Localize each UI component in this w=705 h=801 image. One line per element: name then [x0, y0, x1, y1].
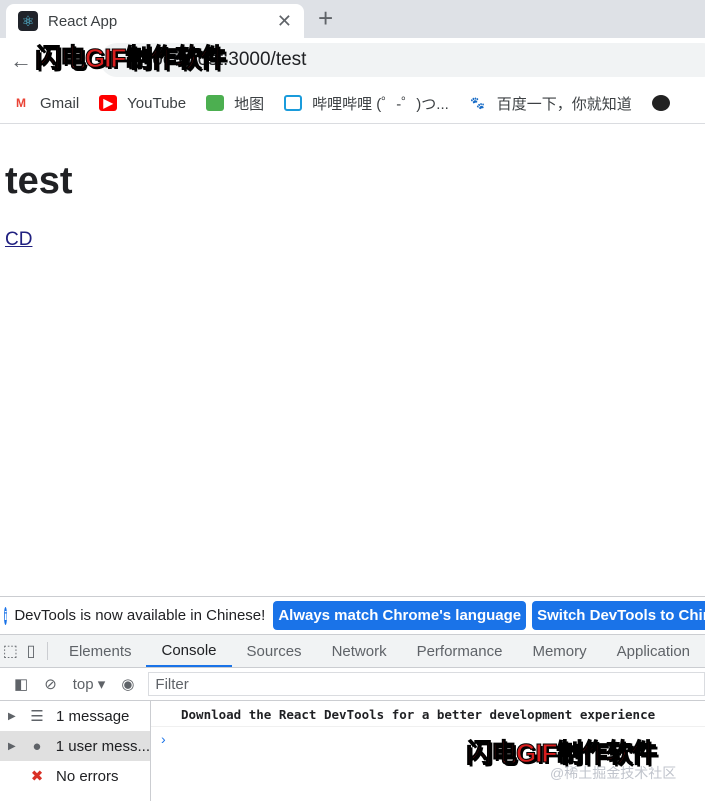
console-toolbar: ◧ ⊘ top ▾ ◉ Filter — [0, 668, 705, 701]
page-content: test CD — [5, 125, 73, 251]
sidebar-label: No errors — [56, 767, 119, 785]
bookmark-youtube[interactable]: ▶ YouTube — [99, 95, 186, 112]
sidebar-item-errors[interactable]: ✖ No errors — [0, 761, 150, 791]
context-select[interactable]: top ▾ — [73, 675, 106, 693]
close-icon[interactable]: ✕ — [277, 11, 292, 32]
error-icon: ✖ — [30, 768, 44, 785]
info-icon: i — [4, 606, 8, 625]
filter-placeholder: Filter — [155, 675, 189, 693]
youtube-icon: ▶ — [99, 95, 118, 111]
sidebar-item-messages[interactable]: ▶ ☰ 1 message — [0, 701, 150, 731]
new-tab-button[interactable]: + — [318, 3, 333, 34]
bookmark-label: 哔哩哔哩 (゜-゜)つ... — [312, 95, 449, 113]
inspect-element-icon[interactable]: ⬚ — [0, 635, 21, 667]
watermark-site: @稀土掘金技术社区 — [550, 765, 677, 781]
bookmark-maps[interactable]: 地图 — [206, 93, 264, 114]
page-heading: test — [5, 160, 73, 202]
switch-devtools-chinese-button[interactable]: Switch DevTools to Chinese — [532, 601, 705, 630]
tab-elements[interactable]: Elements — [54, 635, 147, 667]
tab-application[interactable]: Application — [602, 635, 705, 667]
tab-title: React App — [48, 12, 118, 30]
list-icon: ☰ — [30, 708, 44, 725]
bookmark-gmail[interactable]: M Gmail — [12, 95, 79, 112]
bookmark-baidu[interactable]: 🐾 百度一下，你就知道 — [469, 93, 632, 114]
console-sidebar: ▶ ☰ 1 message ▶ ● 1 user mess... ✖ No errors — [0, 701, 151, 801]
bookmark-icon — [651, 95, 670, 111]
expand-arrow-icon: ▶ — [8, 740, 16, 752]
devtools-tabs: ⬚ ▯ Elements Console Sources Network Per… — [0, 635, 705, 668]
bookmark-label: 地图 — [234, 95, 265, 113]
watermark-gif: 闪电GIF制作软件 — [34, 43, 226, 74]
filter-input[interactable]: Filter — [148, 672, 705, 696]
tab-performance[interactable]: Performance — [402, 635, 518, 667]
eye-icon[interactable]: ◉ — [121, 675, 134, 693]
browser-tab[interactable]: ⚛ React App ✕ — [6, 4, 304, 38]
tab-sources[interactable]: Sources — [232, 635, 317, 667]
infobar-text: DevTools is now available in Chinese! — [14, 607, 266, 624]
tab-network[interactable]: Network — [317, 635, 402, 667]
device-toolbar-icon[interactable]: ▯ — [21, 635, 42, 667]
sidebar-toggle-icon[interactable]: ◧ — [14, 675, 28, 693]
bookmarks-bar: M Gmail ▶ YouTube 地图 哔哩哔哩 (゜-゜)つ... 🐾 百度一下，… — [0, 83, 705, 124]
context-value: top — [72, 676, 94, 693]
tab-memory[interactable]: Memory — [517, 635, 601, 667]
bookmark-label: YouTube — [127, 94, 187, 112]
bookmark-more[interactable] — [651, 95, 680, 111]
clear-console-icon[interactable]: ⊘ — [44, 675, 57, 693]
user-icon: ● — [32, 737, 42, 755]
tab-console[interactable]: Console — [146, 635, 232, 667]
maps-icon — [206, 95, 225, 111]
bookmark-label: Gmail — [40, 94, 80, 112]
react-icon: ⚛ — [18, 11, 38, 31]
gmail-icon: M — [16, 96, 26, 110]
back-arrow-icon[interactable]: ← — [10, 48, 32, 74]
always-match-language-button[interactable]: Always match Chrome's language — [273, 601, 527, 630]
baidu-paw-icon: 🐾 — [470, 96, 486, 110]
sidebar-item-user-messages[interactable]: ▶ ● 1 user mess... — [0, 731, 150, 761]
cd-link[interactable]: CD — [5, 229, 73, 251]
tab-strip: ⚛ React App ✕ + — [0, 0, 705, 38]
bookmark-label: 百度一下，你就知道 — [496, 95, 632, 113]
console-message: Download the React DevTools for a better… — [151, 701, 705, 727]
sidebar-label: 1 message — [56, 707, 130, 725]
sidebar-label: 1 user mess... — [55, 737, 150, 755]
expand-arrow-icon: ▶ — [8, 710, 16, 722]
devtools-infobar: i DevTools is now available in Chinese! … — [0, 597, 705, 635]
bilibili-icon — [284, 95, 303, 111]
bookmark-bilibili[interactable]: 哔哩哔哩 (゜-゜)つ... — [284, 93, 449, 114]
